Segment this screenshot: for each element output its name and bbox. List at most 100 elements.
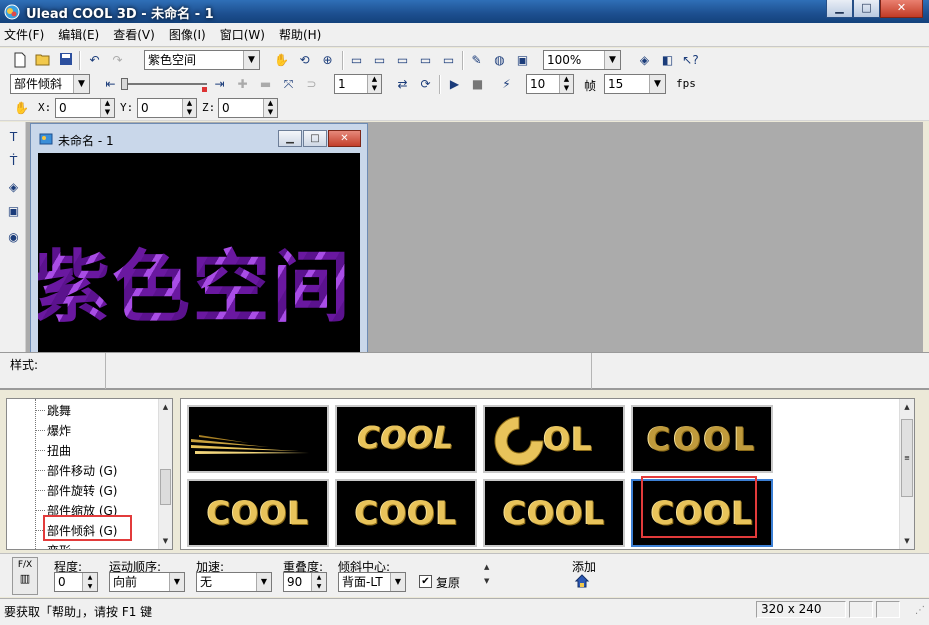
spin-arrows-icon[interactable]: ▲ ▼	[100, 99, 114, 117]
light-top-icon[interactable]: ▭	[370, 51, 389, 69]
preview-canvas[interactable]: 紫色空间	[38, 153, 360, 353]
scroll-down-icon[interactable]: ▼	[900, 535, 914, 547]
doc-close-button[interactable]: ✕	[328, 130, 361, 147]
position-icon[interactable]: ✋	[12, 99, 31, 117]
doc-minimize-button[interactable]: ▁	[278, 130, 302, 147]
reset-checkbox[interactable]: ✔	[419, 575, 432, 588]
frame-rate-icon[interactable]: ⚡	[497, 75, 516, 93]
menu-view[interactable]: 查看(V)	[113, 26, 155, 43]
x-input[interactable]: 0 ▲ ▼	[55, 98, 115, 118]
smooth-icon[interactable]: ⊃	[302, 75, 321, 93]
menu-window[interactable]: 窗口(W)	[220, 26, 265, 43]
play-object-icon[interactable]: ◈	[635, 51, 654, 69]
menu-edit[interactable]: 编辑(E)	[58, 26, 99, 43]
tree-item[interactable]: 部件旋转 (G)	[47, 482, 117, 499]
save-icon[interactable]	[56, 51, 75, 69]
redo-icon[interactable]: ↷	[108, 51, 127, 69]
gallery-thumbnail[interactable]: COOL	[483, 479, 625, 547]
degree-input[interactable]: 0 ▲ ▼	[54, 572, 98, 592]
frames-input[interactable]: 10 ▲ ▼	[526, 74, 574, 94]
add-effect-button[interactable]	[574, 573, 590, 589]
doc-maximize-button[interactable]: □	[303, 130, 327, 147]
current-frame-input[interactable]: 1 ▲ ▼	[334, 74, 382, 94]
edit-text-icon[interactable]: Ṫ	[4, 152, 23, 170]
insert-shape-icon[interactable]: ◈	[4, 178, 23, 196]
scroll-thumb[interactable]	[160, 469, 171, 505]
spin-arrows-icon[interactable]: ▲ ▼	[311, 573, 326, 591]
new-file-icon[interactable]	[10, 51, 29, 69]
insert-text-icon[interactable]: T	[4, 128, 23, 146]
spin-arrows-icon[interactable]: ▲ ▼	[182, 99, 196, 117]
menu-file[interactable]: 文件(F)	[4, 26, 44, 43]
prop-scroll-icon[interactable]: ▲ ▼	[484, 560, 489, 588]
gallery-scrollbar[interactable]: ▲ ≡ ▼	[899, 399, 914, 549]
menu-image[interactable]: 图像(I)	[169, 26, 206, 43]
tree-item[interactable]: 扭曲	[47, 442, 71, 459]
tree-item[interactable]: 爆炸	[47, 422, 71, 439]
gallery-thumbnail[interactable]: COOL	[187, 479, 329, 547]
add-keyframe-icon[interactable]: ✚	[233, 75, 252, 93]
spin-arrows-icon[interactable]: ▲ ▼	[559, 75, 573, 93]
reverse-icon[interactable]: ⤧	[279, 75, 298, 93]
light-side-icon[interactable]: ▭	[393, 51, 412, 69]
light-bottom-icon[interactable]: ▭	[439, 51, 458, 69]
fps-combo[interactable]: 15 ▼	[604, 74, 666, 94]
light-back-icon[interactable]: ▭	[416, 51, 435, 69]
order-combo[interactable]: 向前 ▼	[109, 572, 185, 592]
slider-handle[interactable]	[121, 78, 128, 90]
gallery-thumbnail[interactable]: OL	[483, 405, 625, 473]
object-size-icon[interactable]: ⊕	[318, 51, 337, 69]
play-icon[interactable]: ▶	[445, 75, 464, 93]
repeat-icon[interactable]: ⟳	[416, 75, 435, 93]
menu-help[interactable]: 帮助(H)	[279, 26, 321, 43]
gallery-thumbnail[interactable]: COOL	[631, 405, 773, 473]
spin-arrows-icon[interactable]: ▲ ▼	[82, 573, 97, 591]
scroll-thumb[interactable]: ≡	[901, 419, 913, 497]
paint-icon[interactable]: ✎	[467, 51, 486, 69]
tree-item[interactable]: 跳舞	[47, 402, 71, 419]
document-window[interactable]: 未命名 - 1 ▁ □ ✕ 紫色空间	[30, 123, 368, 353]
accel-combo[interactable]: 无 ▼	[196, 572, 272, 592]
gallery-thumbnail[interactable]: COOL	[335, 405, 477, 473]
resize-grip-icon[interactable]: ⋰	[915, 605, 925, 616]
stop-icon[interactable]: ■	[468, 75, 487, 93]
tree-item[interactable]: 变形	[47, 542, 71, 549]
library-icon[interactable]: ◧	[658, 51, 677, 69]
light-front-icon[interactable]: ▭	[347, 51, 366, 69]
scroll-up-icon[interactable]: ▲	[159, 401, 172, 413]
edit-frame-icon[interactable]: ▣	[513, 51, 532, 69]
scroll-up-icon[interactable]: ▲	[900, 401, 914, 413]
overlap-input[interactable]: 90 ▲ ▼	[283, 572, 327, 592]
spin-arrows-icon[interactable]: ▲ ▼	[367, 75, 381, 93]
edit-shape-icon[interactable]: ▣	[4, 202, 23, 220]
y-input[interactable]: 0 ▲ ▼	[137, 98, 197, 118]
z-input[interactable]: 0 ▲ ▼	[218, 98, 278, 118]
timeline-slider[interactable]	[121, 78, 207, 92]
minimize-button[interactable]: ▁	[826, 0, 853, 18]
remove-keyframe-icon[interactable]: ▬	[256, 75, 275, 93]
document-title-bar[interactable]: 未命名 - 1 ▁ □ ✕	[31, 124, 367, 151]
insert-object-icon[interactable]: ◉	[4, 228, 23, 246]
last-keyframe-icon[interactable]: ⇥	[210, 75, 229, 93]
maximize-button[interactable]: □	[853, 0, 880, 18]
open-folder-icon[interactable]	[33, 51, 52, 69]
spin-arrows-icon[interactable]: ▲ ▼	[263, 99, 277, 117]
undo-icon[interactable]: ↶	[85, 51, 104, 69]
loop-icon[interactable]: ⇄	[393, 75, 412, 93]
center-combo[interactable]: 背面-LT ▼	[338, 572, 406, 592]
tree-scrollbar[interactable]: ▲ ▼	[158, 399, 172, 549]
zoom-combo[interactable]: 100% ▼	[543, 50, 621, 70]
rotate-object-icon[interactable]: ⟲	[295, 51, 314, 69]
hand-move-icon[interactable]: ✋	[272, 51, 291, 69]
gallery-thumbnail[interactable]: COOL	[335, 479, 477, 547]
tree-item[interactable]: 部件移动 (G)	[47, 462, 117, 479]
scroll-down-icon[interactable]: ▼	[159, 535, 172, 547]
effect-combo[interactable]: 部件倾斜 ▼	[10, 74, 90, 94]
fx-button[interactable]: F/X ▥	[12, 557, 38, 595]
help-pointer-icon[interactable]: ↖?	[681, 51, 700, 69]
close-button[interactable]: ✕	[880, 0, 923, 18]
text-combo[interactable]: 紫色空间 ▼	[144, 50, 260, 70]
first-keyframe-icon[interactable]: ⇤	[101, 75, 120, 93]
gallery-thumbnail[interactable]	[187, 405, 329, 473]
globe-icon[interactable]: ◍	[490, 51, 509, 69]
